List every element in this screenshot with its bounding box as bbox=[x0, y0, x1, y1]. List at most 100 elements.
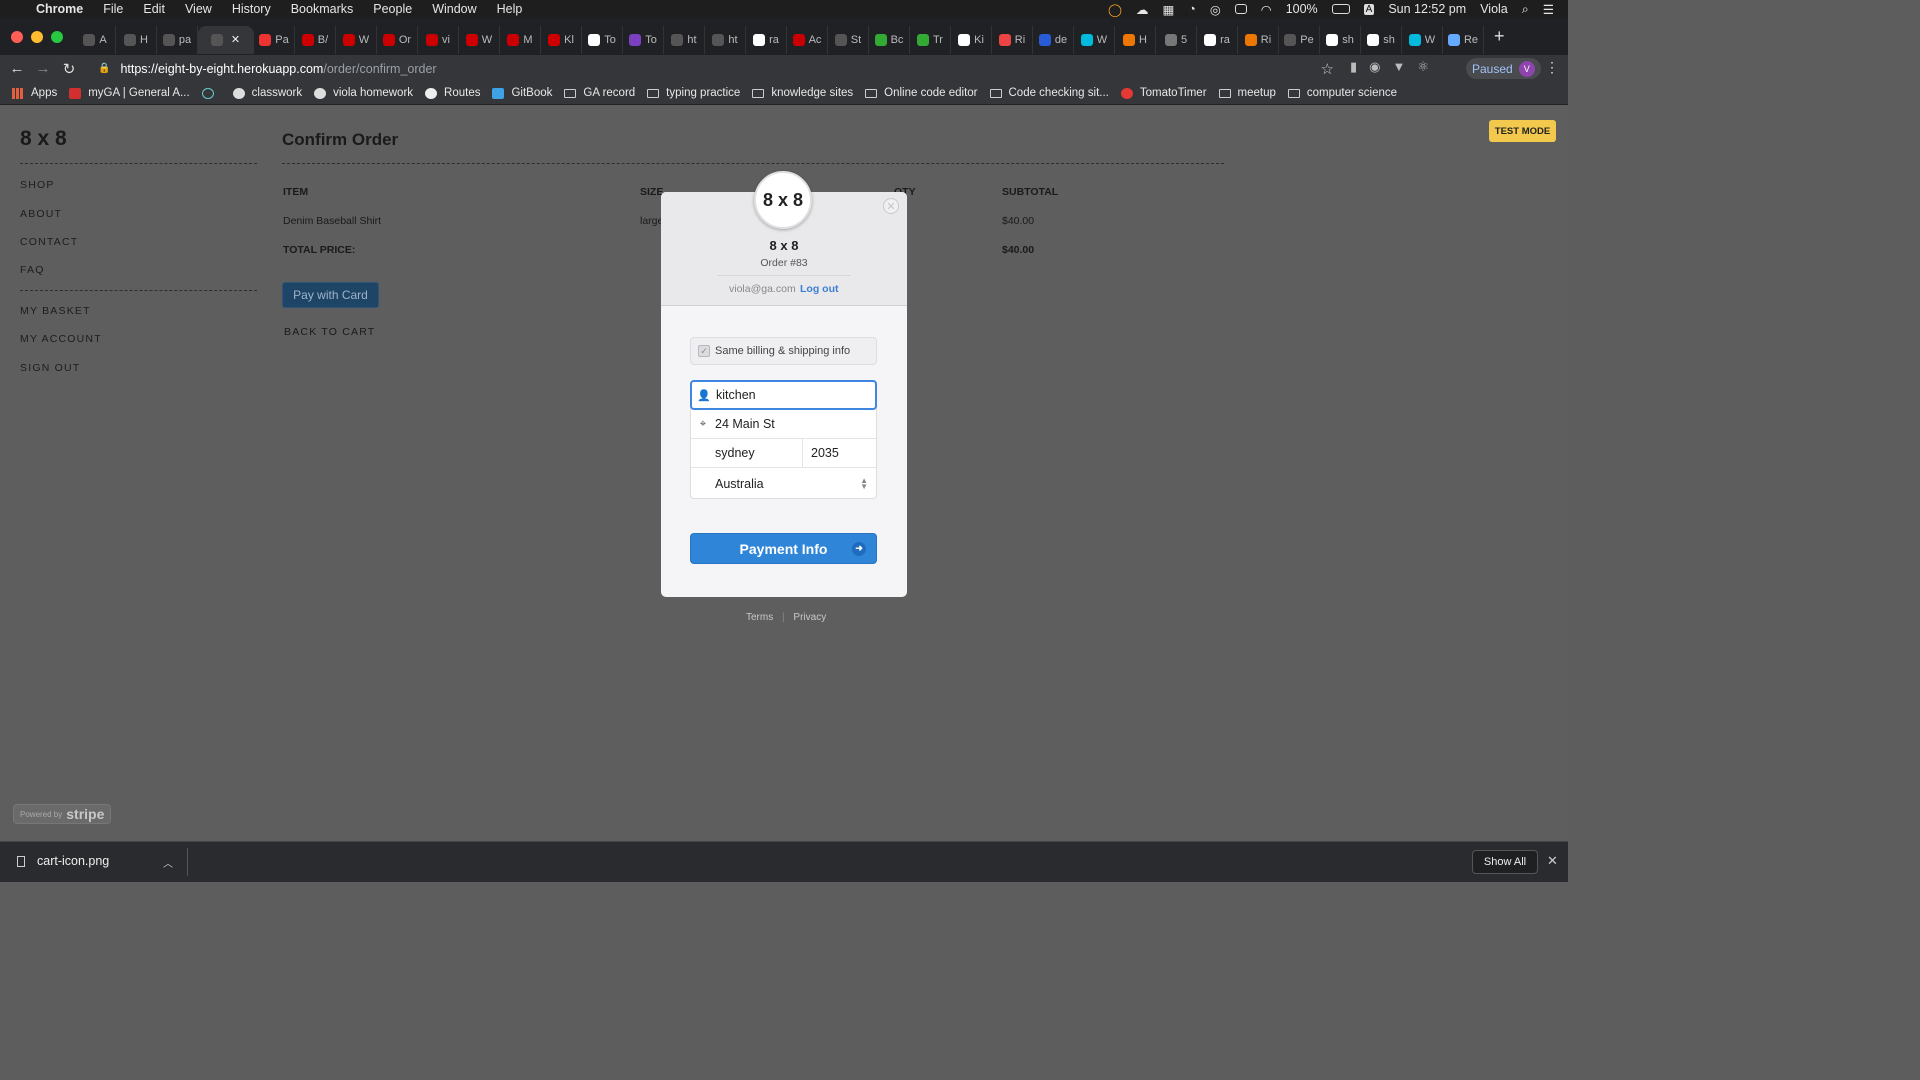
tab[interactable]: Or bbox=[377, 25, 418, 54]
pay-with-card-button[interactable]: Pay with Card bbox=[282, 282, 379, 308]
notification-center-icon[interactable]: ☰ bbox=[1543, 2, 1554, 17]
bookmark-classwork[interactable]: classwork bbox=[232, 87, 302, 99]
zoom-window-button[interactable] bbox=[51, 30, 63, 43]
tab-active[interactable]: ✕ bbox=[198, 25, 254, 54]
site-logo[interactable]: 8 x 8 bbox=[20, 127, 67, 151]
tab[interactable]: Ri bbox=[1238, 25, 1279, 54]
menu-history[interactable]: History bbox=[232, 2, 271, 16]
reload-icon[interactable]: ↻ bbox=[56, 60, 82, 78]
tab[interactable]: W bbox=[459, 25, 500, 54]
street-address-field[interactable]: ⌖ 24 Main St bbox=[691, 410, 876, 439]
back-arrow-icon[interactable]: ← bbox=[4, 60, 30, 77]
tab[interactable]: W bbox=[1074, 25, 1115, 54]
menu-app-name[interactable]: Chrome bbox=[36, 2, 83, 16]
nav-my-basket[interactable]: MY BASKET bbox=[20, 305, 91, 317]
address-bar[interactable]: 🔒 https://eight-by-eight.herokuapp.com/o… bbox=[88, 55, 1344, 82]
close-window-button[interactable] bbox=[11, 30, 23, 43]
minimize-window-button[interactable] bbox=[31, 30, 43, 43]
tab[interactable]: ra bbox=[1197, 25, 1238, 54]
close-icon[interactable]: ✕ bbox=[1547, 853, 1558, 869]
show-all-button[interactable]: Show All bbox=[1472, 850, 1538, 874]
tab[interactable]: A bbox=[75, 25, 116, 54]
tab[interactable]: St bbox=[828, 25, 869, 54]
nav-sign-out[interactable]: SIGN OUT bbox=[20, 362, 80, 374]
tab[interactable]: pa bbox=[157, 25, 198, 54]
zip-field[interactable]: 2035 bbox=[802, 439, 876, 468]
menubar-user[interactable]: Viola bbox=[1480, 2, 1508, 16]
tab[interactable]: To bbox=[623, 25, 664, 54]
bookmark-folder-meetup[interactable]: meetup bbox=[1218, 87, 1276, 99]
spotlight-icon[interactable]: ⌕ bbox=[1522, 2, 1529, 17]
bookmark-tomatotimer[interactable]: TomatoTimer bbox=[1120, 87, 1207, 99]
menu-people[interactable]: People bbox=[373, 2, 412, 16]
bookmark-gitbook[interactable]: GitBook bbox=[492, 87, 552, 99]
grid-icon[interactable]: ▦ bbox=[1162, 2, 1174, 17]
nav-about[interactable]: ABOUT bbox=[20, 208, 62, 220]
tab[interactable]: Pa bbox=[254, 25, 295, 54]
tab[interactable]: ra bbox=[746, 25, 787, 54]
bookmark-apps[interactable]: Apps bbox=[12, 87, 57, 99]
country-select[interactable]: Australia ▲ ▼ bbox=[691, 469, 876, 498]
input-source-icon[interactable]: A bbox=[1363, 3, 1375, 15]
new-tab-button[interactable]: + bbox=[1494, 26, 1505, 47]
status-ring-icon[interactable]: ◯ bbox=[1108, 2, 1122, 17]
tab[interactable]: sh bbox=[1320, 25, 1361, 54]
terms-link[interactable]: Terms bbox=[746, 612, 773, 623]
payment-info-button[interactable]: Payment Info ➜ bbox=[690, 533, 877, 564]
extension-3-icon[interactable]: ▼ bbox=[1393, 59, 1406, 75]
tab[interactable]: de bbox=[1033, 25, 1074, 54]
tab[interactable]: ht bbox=[705, 25, 746, 54]
bookmark-folder-knowledge[interactable]: knowledge sites bbox=[752, 87, 853, 99]
display-icon[interactable] bbox=[1234, 4, 1247, 14]
log-out-link[interactable]: Log out bbox=[800, 283, 838, 295]
nav-my-account[interactable]: MY ACCOUNT bbox=[20, 333, 102, 345]
menu-edit[interactable]: Edit bbox=[143, 2, 165, 16]
tab[interactable]: H bbox=[116, 25, 157, 54]
chat-icon[interactable]: ◎ bbox=[1210, 2, 1221, 17]
checkmark-icon[interactable]: ✓ bbox=[698, 345, 710, 357]
clock-icon[interactable]: ◔ bbox=[1188, 2, 1196, 16]
tab[interactable]: 5 bbox=[1156, 25, 1197, 54]
wifi-icon[interactable]: ◠ bbox=[1261, 2, 1272, 17]
menu-window[interactable]: Window bbox=[432, 2, 476, 16]
menu-bookmarks[interactable]: Bookmarks bbox=[291, 2, 354, 16]
tab[interactable]: Ki bbox=[951, 25, 992, 54]
close-tab-icon[interactable]: ✕ bbox=[231, 33, 240, 46]
tab[interactable]: ht bbox=[664, 25, 705, 54]
tab[interactable]: H bbox=[1115, 25, 1156, 54]
extension-1-icon[interactable]: ▮ bbox=[1350, 59, 1357, 75]
extension-2-icon[interactable]: ◉ bbox=[1369, 59, 1380, 75]
bookmark-folder-ga-record[interactable]: GA record bbox=[564, 87, 635, 99]
tab[interactable]: B/ bbox=[295, 25, 336, 54]
tab[interactable]: M bbox=[500, 25, 541, 54]
forward-arrow-icon[interactable]: → bbox=[30, 60, 56, 77]
chevron-up-icon[interactable]: ︿ bbox=[163, 855, 173, 870]
city-field[interactable]: sydney bbox=[691, 439, 802, 468]
cloud-icon[interactable]: ☁ bbox=[1136, 2, 1149, 17]
battery-icon[interactable] bbox=[1331, 4, 1350, 14]
menu-file[interactable]: File bbox=[103, 2, 123, 16]
tab[interactable]: W bbox=[1402, 25, 1443, 54]
nav-faq[interactable]: FAQ bbox=[20, 264, 45, 276]
tab[interactable]: Tr bbox=[910, 25, 951, 54]
lock-icon[interactable]: 🔒 bbox=[98, 63, 110, 74]
bookmark-folder-code-checking[interactable]: Code checking sit... bbox=[989, 87, 1109, 99]
react-devtools-icon[interactable]: ⚛ bbox=[1417, 59, 1429, 75]
tab[interactable]: sh bbox=[1361, 25, 1402, 54]
nav-contact[interactable]: CONTACT bbox=[20, 236, 78, 248]
profile-paused-button[interactable]: Paused V bbox=[1466, 58, 1541, 79]
bookmark-routes[interactable]: Routes bbox=[425, 87, 480, 99]
tab[interactable]: Ri bbox=[992, 25, 1033, 54]
privacy-link[interactable]: Privacy bbox=[793, 612, 826, 623]
nav-shop[interactable]: SHOP bbox=[20, 179, 55, 191]
battery-label[interactable]: 100% bbox=[1286, 2, 1318, 16]
tab[interactable]: W bbox=[336, 25, 377, 54]
download-item[interactable]: cart-icon.png bbox=[17, 854, 109, 868]
bookmark-myga[interactable]: myGA | General A... bbox=[69, 87, 190, 99]
bookmark-folder-typing[interactable]: typing practice bbox=[647, 87, 740, 99]
tab[interactable]: To bbox=[582, 25, 623, 54]
close-icon[interactable]: ✕ bbox=[883, 198, 899, 214]
bookmark-folder-code-editor[interactable]: Online code editor bbox=[865, 87, 978, 99]
menubar-clock[interactable]: Sun 12:52 pm bbox=[1388, 2, 1466, 16]
tab[interactable]: Kl bbox=[541, 25, 582, 54]
